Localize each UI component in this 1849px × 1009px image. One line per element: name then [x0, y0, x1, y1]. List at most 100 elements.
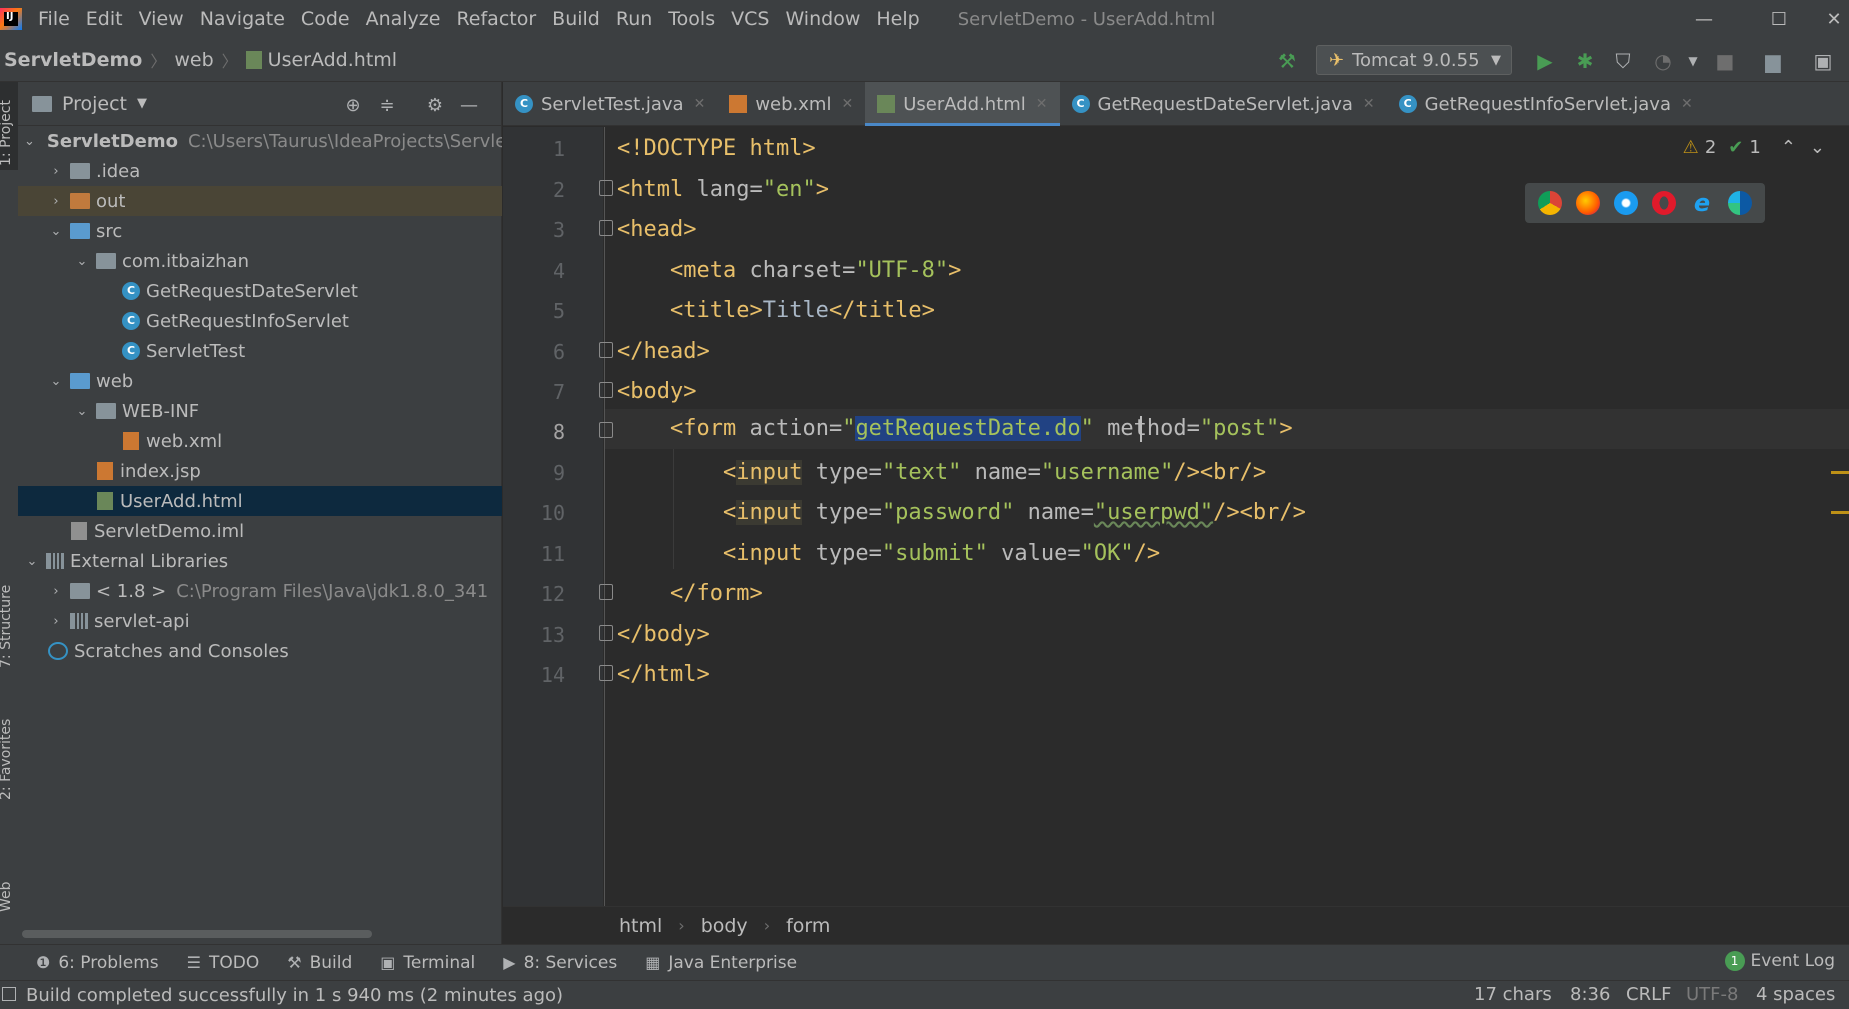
tree-item-servletdemo-iml[interactable]: ServletDemo.iml: [18, 516, 502, 546]
menu-refactor[interactable]: Refactor: [456, 8, 536, 30]
tab-useradd-html[interactable]: UserAdd.html ✕: [865, 82, 1060, 126]
breadcrumb-html[interactable]: html: [619, 915, 662, 937]
tree-item-web-inf[interactable]: ⌄ WEB-INF: [18, 396, 502, 426]
build-hammer-icon[interactable]: ⚒: [1274, 48, 1300, 74]
chevron-right-icon[interactable]: ›: [48, 194, 64, 209]
selected-text[interactable]: getRequestDate.do: [855, 416, 1081, 441]
tree-item-scratches[interactable]: Scratches and Consoles: [18, 636, 502, 666]
collapse-all-icon[interactable]: ≑: [376, 94, 398, 116]
project-view-title[interactable]: Project: [62, 93, 127, 115]
tree-item-idea[interactable]: › .idea: [18, 156, 502, 186]
tree-item-web[interactable]: ⌄ web: [18, 366, 502, 396]
nav-crumb-project[interactable]: ServletDemo: [4, 49, 142, 71]
opera-icon[interactable]: [1652, 191, 1676, 215]
chevron-right-icon[interactable]: ›: [48, 584, 64, 599]
tree-item-getrequestinfoservlet[interactable]: C GetRequestInfoServlet: [18, 306, 502, 336]
profile-icon[interactable]: ◔: [1650, 48, 1676, 74]
safari-icon[interactable]: [1614, 191, 1638, 215]
fold-marker-icon[interactable]: [599, 584, 613, 600]
chevron-right-icon[interactable]: ›: [48, 164, 64, 179]
fold-marker-icon[interactable]: [599, 342, 613, 358]
chevron-down-icon[interactable]: ⌄: [24, 134, 35, 149]
nav-crumb-web[interactable]: web: [174, 49, 213, 71]
code-editor[interactable]: 1 2 3 4 5 6 7 8 9 10 11 12 13 14 <!DOCTY…: [503, 127, 1849, 906]
menu-navigate[interactable]: Navigate: [200, 8, 285, 30]
tab-getrequestinfoservlet-java[interactable]: C GetRequestInfoServlet.java ✕: [1387, 82, 1705, 126]
hide-panel-icon[interactable]: —: [458, 94, 480, 116]
menu-tools[interactable]: Tools: [668, 8, 715, 30]
coverage-icon[interactable]: ⛉: [1610, 48, 1636, 74]
fold-marker-icon[interactable]: [599, 665, 613, 681]
indent-setting[interactable]: 4 spaces: [1756, 984, 1835, 1005]
file-encoding[interactable]: UTF-8: [1686, 984, 1738, 1005]
chevron-right-icon[interactable]: ›: [48, 614, 64, 629]
internet-explorer-icon[interactable]: e: [1690, 191, 1714, 215]
fold-marker-icon[interactable]: [599, 180, 613, 196]
close-window-button[interactable]: ✕: [1806, 0, 1849, 38]
chevron-down-icon[interactable]: ▼: [137, 96, 147, 111]
edge-icon[interactable]: [1728, 191, 1752, 215]
menu-code[interactable]: Code: [301, 8, 350, 30]
favorites-tool-label[interactable]: 2: Favorites: [0, 719, 14, 800]
web-tool-label[interactable]: Web: [0, 881, 14, 912]
java-enterprise-tool-button[interactable]: ▦ Java Enterprise: [645, 953, 797, 973]
run-configuration-select[interactable]: ✈ Tomcat 9.0.55 ▼: [1316, 45, 1512, 75]
fold-marker-icon[interactable]: [599, 220, 613, 236]
fold-marker-icon[interactable]: [599, 422, 613, 438]
tree-item-web-xml[interactable]: web.xml: [18, 426, 502, 456]
run-icon[interactable]: ▶: [1532, 48, 1558, 74]
close-tab-icon[interactable]: ✕: [1681, 96, 1693, 112]
project-structure-icon[interactable]: ▆: [1760, 48, 1786, 74]
services-tool-button[interactable]: ▶ 8: Services: [503, 953, 617, 973]
chevron-down-icon[interactable]: ▼: [1680, 48, 1706, 74]
tree-item-package[interactable]: ⌄ com.itbaizhan: [18, 246, 502, 276]
tree-item-servlettest[interactable]: C ServletTest: [18, 336, 502, 366]
tree-item-getrequestdateservlet[interactable]: C GetRequestDateServlet: [18, 276, 502, 306]
toggle-tool-windows-icon[interactable]: [2, 987, 16, 1001]
breadcrumb-form[interactable]: form: [786, 915, 830, 937]
close-tab-icon[interactable]: ✕: [694, 96, 706, 112]
stop-icon[interactable]: ■: [1712, 48, 1738, 74]
status-message[interactable]: Build completed successfully in 1 s 940 …: [26, 985, 563, 1006]
nav-crumb-file[interactable]: UserAdd.html: [245, 49, 397, 71]
tree-item-src[interactable]: ⌄ src: [18, 216, 502, 246]
chrome-icon[interactable]: [1538, 191, 1562, 215]
tree-item-servletdemo[interactable]: ⌄ ServletDemo C:\Users\Taurus\IdeaProjec…: [18, 126, 502, 156]
horizontal-scrollbar[interactable]: [22, 930, 372, 938]
menu-run[interactable]: Run: [616, 8, 652, 30]
tree-item-servlet-api[interactable]: › servlet-api: [18, 606, 502, 636]
menu-build[interactable]: Build: [552, 8, 600, 30]
tree-item-external-libraries[interactable]: ⌄ External Libraries: [18, 546, 502, 576]
fold-marker-icon[interactable]: [599, 625, 613, 641]
tree-item-out[interactable]: › out: [18, 186, 502, 216]
previous-highlight-icon[interactable]: ⌃: [1781, 137, 1796, 158]
chevron-down-icon[interactable]: ⌄: [74, 254, 90, 269]
search-everywhere-icon[interactable]: ▣: [1810, 48, 1836, 74]
structure-tool-label[interactable]: 7: Structure: [0, 585, 14, 668]
chevron-down-icon[interactable]: ⌄: [48, 374, 64, 389]
maximize-button[interactable]: ☐: [1751, 0, 1807, 38]
chevron-down-icon[interactable]: ⌄: [48, 224, 64, 239]
menu-analyze[interactable]: Analyze: [366, 8, 441, 30]
minimize-button[interactable]: —: [1676, 0, 1732, 38]
chevron-down-icon[interactable]: ⌄: [24, 554, 40, 569]
menu-vcs[interactable]: VCS: [731, 8, 769, 30]
terminal-tool-button[interactable]: ▣ Terminal: [380, 953, 475, 973]
tab-servlettest-java[interactable]: C ServletTest.java ✕: [503, 82, 717, 126]
tab-getrequestdateservlet-java[interactable]: C GetRequestDateServlet.java ✕: [1060, 82, 1387, 126]
todo-tool-button[interactable]: ☰ TODO: [187, 953, 260, 973]
close-tab-icon[interactable]: ✕: [1363, 96, 1375, 112]
menu-window[interactable]: Window: [785, 8, 860, 30]
close-tab-icon[interactable]: ✕: [1036, 96, 1048, 112]
fold-marker-icon[interactable]: [599, 382, 613, 398]
tree-item-index-jsp[interactable]: index.jsp: [18, 456, 502, 486]
tree-item-jdk[interactable]: › < 1.8 > C:\Program Files\Java\jdk1.8.0…: [18, 576, 502, 606]
warning-stripe-mark[interactable]: [1831, 471, 1849, 474]
menu-edit[interactable]: Edit: [86, 8, 123, 30]
tab-web-xml[interactable]: web.xml ✕: [717, 82, 865, 126]
menu-file[interactable]: File: [38, 8, 70, 30]
chevron-down-icon[interactable]: ⌄: [74, 404, 90, 419]
problems-tool-button[interactable]: ❶ 6: Problems: [36, 953, 159, 973]
breadcrumb-body[interactable]: body: [701, 915, 748, 937]
locate-file-icon[interactable]: ⊕: [342, 94, 364, 116]
